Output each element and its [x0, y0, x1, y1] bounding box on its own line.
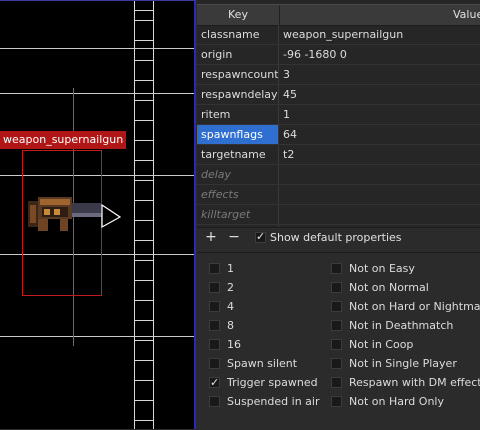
spawnflag-checkbox[interactable]: [209, 396, 220, 407]
spawnflag-checkbox[interactable]: [209, 282, 220, 293]
table-row[interactable]: spawnflags 64: [197, 125, 480, 145]
property-value[interactable]: 64: [283, 125, 297, 144]
viewport-frame: [0, 0, 196, 429]
spawnflag-label: Not in Coop: [349, 338, 414, 351]
spawnflag-label: Trigger spawned: [227, 376, 318, 389]
property-key[interactable]: targetname: [197, 145, 279, 164]
spawnflag-checkbox[interactable]: [331, 396, 342, 407]
viewport-3d[interactable]: weapon_supernailgun: [0, 0, 196, 429]
spawnflag-label: Not on Easy: [349, 262, 415, 275]
spawnflag-label: 4: [227, 300, 234, 313]
spawnflag-checkbox[interactable]: [209, 263, 220, 274]
table-row[interactable]: classname weapon_supernailgun: [197, 25, 480, 45]
column-header-key[interactable]: Key: [197, 5, 280, 25]
spawnflags-panel: 1 2 4 8 16 Spawn silent ✓ Trigger spawned Suspen…: [197, 252, 480, 430]
spawnflag-checkbox[interactable]: [209, 339, 220, 350]
checkmark-icon: ✓: [256, 230, 266, 243]
spawnflag-checkbox[interactable]: [331, 358, 342, 369]
spawnflag-label: 1: [227, 262, 234, 275]
checkmark-icon: ✓: [210, 376, 220, 389]
spawnflag-label: 2: [227, 281, 234, 294]
show-default-label: Show default properties: [270, 231, 402, 244]
property-value[interactable]: weapon_supernailgun: [283, 25, 403, 44]
property-value[interactable]: -96 -1680 0: [283, 45, 347, 64]
spawnflag-checkbox[interactable]: [331, 301, 342, 312]
spawnflag-checkbox[interactable]: ✓: [209, 376, 220, 389]
entity-inspector: Key Value classnameweapon_supernailgunor…: [197, 0, 480, 430]
property-table[interactable]: Key Value classnameweapon_supernailgunor…: [197, 0, 480, 228]
column-header-value[interactable]: Value: [453, 5, 480, 25]
table-header: Key Value: [197, 4, 480, 26]
property-key[interactable]: origin: [197, 45, 279, 64]
spawnflag-checkbox[interactable]: [209, 320, 220, 331]
spawnflag-checkbox[interactable]: [209, 301, 220, 312]
property-value[interactable]: 45: [283, 85, 297, 104]
property-value[interactable]: 1: [283, 105, 290, 124]
table-row[interactable]: targetname t2: [197, 145, 480, 165]
property-key[interactable]: delay: [197, 165, 279, 184]
remove-property-button[interactable]: −: [226, 229, 242, 245]
property-toolbar: + − ✓ Show default properties: [197, 227, 480, 248]
table-row[interactable]: delay: [197, 165, 480, 185]
spawnflag-checkbox[interactable]: [331, 339, 342, 350]
property-key[interactable]: effects: [197, 185, 279, 204]
table-row[interactable]: effects: [197, 185, 480, 205]
spawnflag-checkbox[interactable]: [331, 263, 342, 274]
property-key[interactable]: spawnflags: [197, 125, 279, 144]
table-row[interactable]: killtarget: [197, 205, 480, 225]
spawnflag-checkbox[interactable]: [331, 320, 342, 331]
spawnflag-label: Respawn with DM effects: [349, 376, 480, 389]
table-row[interactable]: respawndelay 45: [197, 85, 480, 105]
spawnflag-label: Not on Hard Only: [349, 395, 444, 408]
table-row[interactable]: origin -96 -1680 0: [197, 45, 480, 65]
property-value[interactable]: 3: [283, 65, 290, 84]
spawnflag-label: Not on Normal: [349, 281, 429, 294]
spawnflag-checkbox[interactable]: [331, 377, 342, 388]
spawnflag-label: 16: [227, 338, 241, 351]
spawnflag-checkbox[interactable]: [209, 358, 220, 369]
spawnflag-label: Not on Hard or Nightmare: [349, 300, 480, 313]
spawnflag-label: Spawn silent: [227, 357, 298, 370]
table-row[interactable]: ritem 1: [197, 105, 480, 125]
spawnflag-label: Not in Single Player: [349, 357, 457, 370]
spawnflag-label: Suspended in air: [227, 395, 320, 408]
show-default-checkbox[interactable]: ✓: [255, 230, 266, 243]
property-key[interactable]: respawncount: [197, 65, 279, 84]
spawnflag-checkbox[interactable]: [331, 282, 342, 293]
property-key[interactable]: classname: [197, 25, 279, 44]
property-value[interactable]: t2: [283, 145, 294, 164]
table-row[interactable]: respawncount 3: [197, 65, 480, 85]
property-key[interactable]: respawndelay: [197, 85, 279, 104]
property-key[interactable]: ritem: [197, 105, 279, 124]
spawnflag-label: 8: [227, 319, 234, 332]
add-property-button[interactable]: +: [203, 229, 219, 245]
property-key[interactable]: killtarget: [197, 205, 279, 224]
spawnflag-label: Not in Deathmatch: [349, 319, 454, 332]
